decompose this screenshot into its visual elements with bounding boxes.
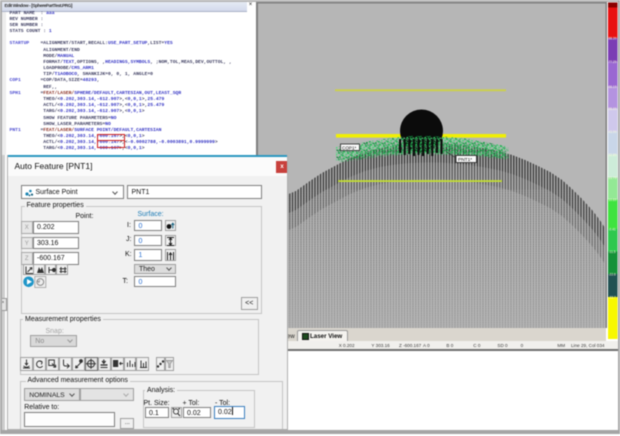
svg-text:32.89: 32.89 xyxy=(609,153,617,157)
svg-text:88.39: 88.39 xyxy=(609,37,617,41)
svg-text:10.69: 10.69 xyxy=(609,198,617,202)
svg-text:-11.5: -11.5 xyxy=(609,250,616,254)
svg-text:55.09: 55.09 xyxy=(609,107,617,111)
svg-text:-0.41: -0.41 xyxy=(609,228,616,232)
svg-text:77.29: 77.29 xyxy=(609,60,617,64)
svg-text:-22.6: -22.6 xyxy=(609,273,616,277)
svg-text:21.79: 21.79 xyxy=(609,176,617,180)
svg-text:PNT1*: PNT1* xyxy=(458,157,472,163)
svg-text:66.19: 66.19 xyxy=(609,85,617,89)
svg-text:43.99: 43.99 xyxy=(609,130,617,134)
svg-text:-33.7: -33.7 xyxy=(609,296,616,300)
svg-text:COP1*: COP1* xyxy=(342,145,357,150)
